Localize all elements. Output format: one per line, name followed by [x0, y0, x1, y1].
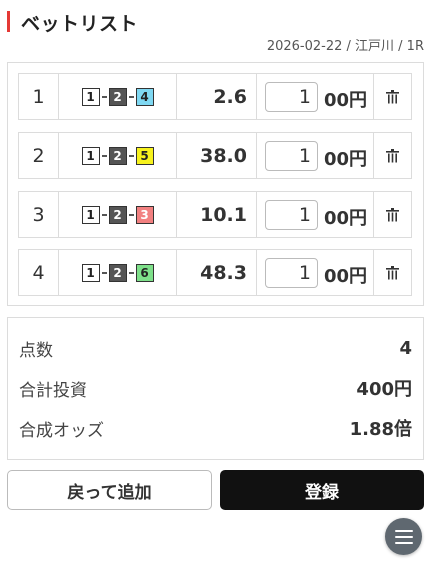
count-label: 点数	[19, 340, 53, 361]
total-label: 合計投資	[19, 380, 87, 401]
combined-odds-value: 1.88倍	[349, 419, 412, 440]
bet-amount-cell: 00円	[257, 250, 374, 295]
amount-unit: 00円	[324, 149, 368, 170]
bet-row: 1 1 2 4 2.6 00円	[18, 73, 412, 120]
summary-count-row: 点数 4	[19, 336, 412, 361]
combined-odds-label: 合成オッズ	[19, 420, 104, 441]
register-button[interactable]: 登録	[220, 470, 424, 510]
back-and-add-button[interactable]: 戻って追加	[7, 470, 212, 510]
bet-amount-input[interactable]	[265, 258, 318, 288]
combo-dash	[101, 154, 107, 157]
trash-icon	[386, 89, 399, 103]
boat-1-box: 1	[81, 205, 100, 224]
title-accent-bar	[7, 11, 10, 32]
bet-row: 3 1 2 3 10.1 00円	[18, 191, 412, 238]
bet-amount-input[interactable]	[265, 82, 318, 112]
bet-amount-input[interactable]	[265, 200, 318, 230]
boat-5-box: 5	[135, 146, 154, 165]
bet-row: 2 1 2 5 38.0 00円	[18, 132, 412, 179]
trash-icon	[386, 207, 399, 221]
combo-dash	[128, 213, 134, 216]
trash-icon	[386, 148, 399, 162]
combo-dash	[128, 154, 134, 157]
delete-bet-button[interactable]	[374, 192, 411, 237]
boat-1-box: 1	[81, 146, 100, 165]
bet-number: 4	[19, 250, 59, 295]
boat-2-box: 2	[108, 263, 127, 282]
page-title: ベットリスト	[21, 13, 139, 35]
bet-amount-input[interactable]	[265, 141, 318, 171]
count-value: 4	[399, 337, 412, 359]
header: ベットリスト 2026-02-22 / 江戸川 / 1R	[0, 0, 441, 60]
boat-1-box: 1	[81, 87, 100, 106]
bet-combination: 1 2 3	[59, 192, 177, 237]
bet-combination: 1 2 5	[59, 133, 177, 178]
bet-odds: 38.0	[177, 133, 257, 178]
combo-dash	[101, 271, 107, 274]
combo-dash	[101, 95, 107, 98]
boat-2-box: 2	[108, 205, 127, 224]
boat-4-box: 4	[135, 87, 154, 106]
total-value: 400円	[356, 379, 412, 400]
boat-2-box: 2	[108, 146, 127, 165]
bet-amount-cell: 00円	[257, 74, 374, 119]
amount-unit: 00円	[324, 266, 368, 287]
combo-dash	[101, 213, 107, 216]
race-meta: 2026-02-22 / 江戸川 / 1R	[266, 39, 424, 54]
combo-dash	[128, 95, 134, 98]
delete-bet-button[interactable]	[374, 133, 411, 178]
bet-combination: 1 2 6	[59, 250, 177, 295]
trash-icon	[386, 265, 399, 279]
summary-total-row: 合計投資 400円	[19, 376, 412, 401]
boat-1-box: 1	[81, 263, 100, 282]
bet-combination: 1 2 4	[59, 74, 177, 119]
bet-list: 1 1 2 4 2.6 00円 2 1 2	[7, 62, 424, 306]
bet-amount-cell: 00円	[257, 133, 374, 178]
bet-number: 3	[19, 192, 59, 237]
bet-odds: 48.3	[177, 250, 257, 295]
boat-6-box: 6	[135, 263, 154, 282]
combo-dash	[128, 271, 134, 274]
bet-summary: 点数 4 合計投資 400円 合成オッズ 1.88倍	[7, 317, 424, 460]
delete-bet-button[interactable]	[374, 250, 411, 295]
bet-amount-cell: 00円	[257, 192, 374, 237]
bet-row: 4 1 2 6 48.3 00円	[18, 249, 412, 296]
hamburger-menu-icon	[394, 529, 413, 544]
boat-2-box: 2	[108, 87, 127, 106]
bet-odds: 2.6	[177, 74, 257, 119]
menu-button[interactable]	[385, 518, 422, 555]
bet-odds: 10.1	[177, 192, 257, 237]
delete-bet-button[interactable]	[374, 74, 411, 119]
amount-unit: 00円	[324, 208, 368, 229]
bet-number: 2	[19, 133, 59, 178]
summary-odds-row: 合成オッズ 1.88倍	[19, 416, 412, 441]
boat-3-box: 3	[135, 205, 154, 224]
amount-unit: 00円	[324, 90, 368, 111]
bet-number: 1	[19, 74, 59, 119]
